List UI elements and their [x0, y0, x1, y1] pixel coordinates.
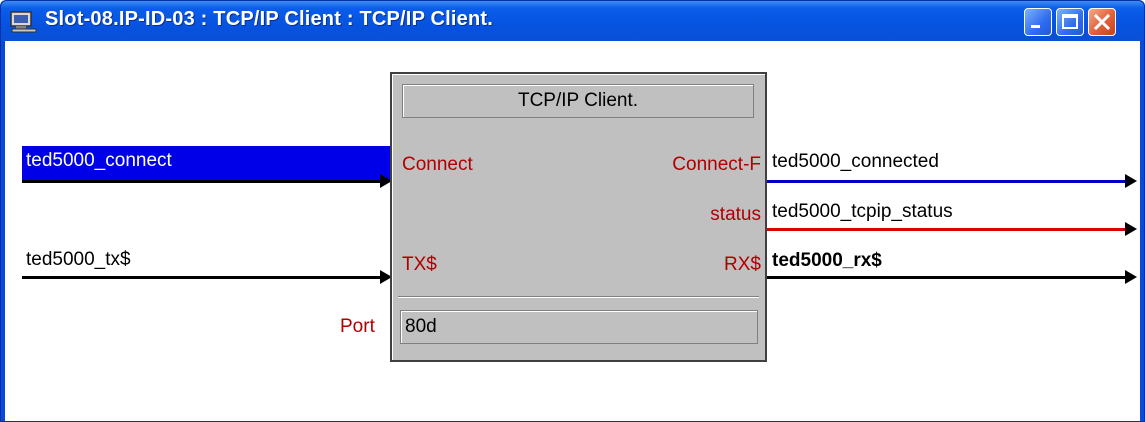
- output-pin-status: status: [710, 204, 761, 225]
- input-wire-connect: [22, 180, 384, 183]
- close-button[interactable]: [1088, 8, 1116, 36]
- input-pin-connect: Connect: [402, 154, 473, 175]
- symbol-block[interactable]: TCP/IP Client. Connect TX$ Connect-F sta…: [390, 72, 767, 362]
- output-signal-rx[interactable]: ted5000_rx$: [772, 250, 882, 272]
- parameter-label-port: Port: [340, 316, 375, 337]
- output-signal-connected[interactable]: ted5000_connected: [772, 151, 939, 173]
- symbol-separator: [398, 296, 759, 298]
- minimize-button[interactable]: [1024, 8, 1052, 36]
- minimize-icon: [1031, 25, 1040, 28]
- output-arrow-status: [1125, 222, 1137, 236]
- maximize-icon: [1062, 14, 1078, 29]
- input-pin-tx: TX$: [402, 254, 437, 275]
- output-wire-connected: [767, 180, 1129, 183]
- output-arrow-rx: [1125, 270, 1137, 284]
- output-wire-rx: [767, 276, 1129, 279]
- output-signal-status[interactable]: ted5000_tcpip_status: [772, 201, 953, 223]
- output-pin-connect-f: Connect-F: [672, 154, 761, 175]
- close-icon: [1093, 13, 1111, 31]
- title-bar[interactable]: Slot-08.IP-ID-03 : TCP/IP Client : TCP/I…: [1, 1, 1144, 41]
- input-wire-tx: [22, 276, 384, 279]
- window-title: Slot-08.IP-ID-03 : TCP/IP Client : TCP/I…: [45, 8, 494, 30]
- input-signal-connect[interactable]: ted5000_connect: [26, 150, 172, 172]
- program-window-icon: [10, 11, 37, 33]
- output-pin-rx: RX$: [724, 254, 761, 275]
- maximize-button[interactable]: [1056, 8, 1084, 36]
- output-wire-status: [767, 228, 1129, 231]
- port-parameter-field[interactable]: 80d: [400, 310, 758, 344]
- symbol-title: TCP/IP Client.: [402, 84, 754, 118]
- input-signal-tx[interactable]: ted5000_tx$: [26, 249, 131, 271]
- output-arrow-connected: [1125, 174, 1137, 188]
